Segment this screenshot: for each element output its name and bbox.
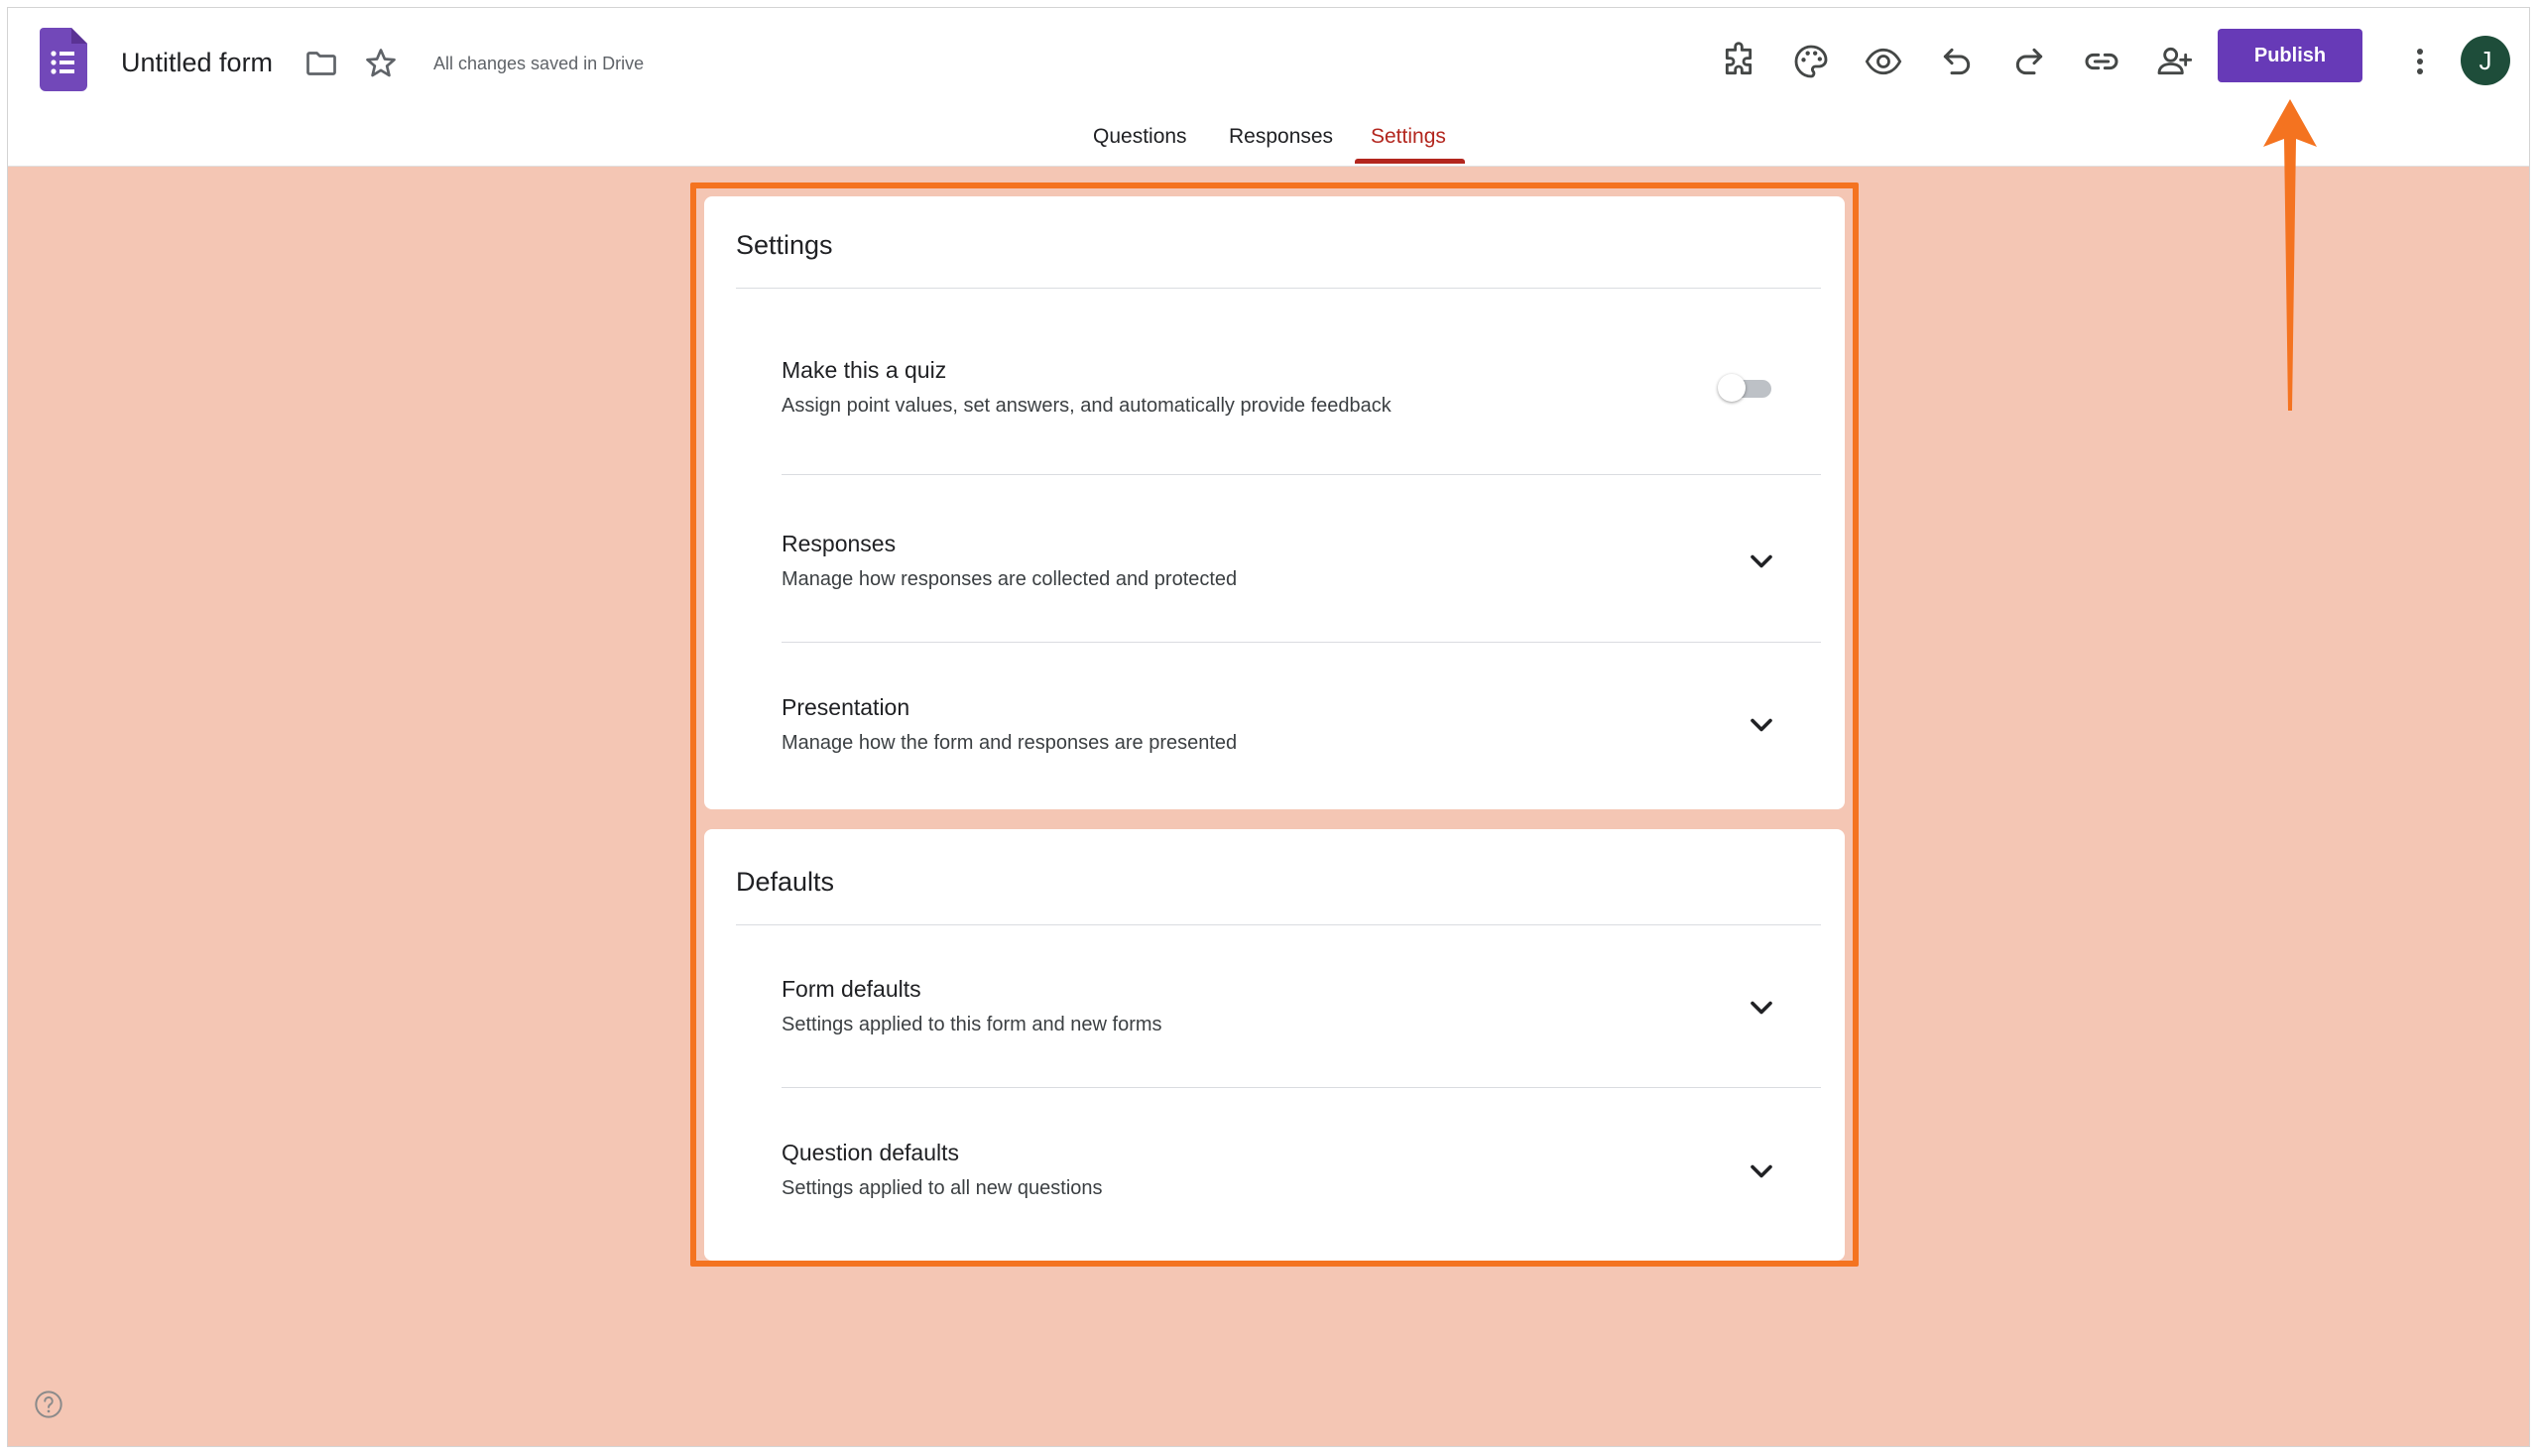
tab-responses[interactable]: Responses — [1229, 125, 1333, 149]
more-vert-icon[interactable] — [2400, 42, 2440, 81]
settings-highlight-box — [690, 182, 1859, 1267]
avatar[interactable]: J — [2461, 36, 2510, 85]
tab-questions[interactable]: Questions — [1093, 125, 1187, 149]
redo-icon[interactable] — [2009, 42, 2049, 81]
preview-eye-icon[interactable] — [1864, 42, 1903, 81]
forms-logo-icon[interactable] — [40, 28, 87, 91]
app-header: Untitled form All changes saved in Drive — [8, 8, 2529, 167]
form-title[interactable]: Untitled form — [121, 48, 273, 78]
app-frame: Untitled form All changes saved in Drive — [7, 7, 2530, 1447]
palette-icon[interactable] — [1791, 42, 1831, 81]
annotation-arrow-icon — [2263, 99, 2317, 411]
undo-icon[interactable] — [1937, 42, 1977, 81]
tab-bar: Questions Responses Settings — [8, 125, 2529, 167]
active-tab-indicator — [1355, 159, 1465, 164]
publish-button[interactable]: Publish — [2218, 29, 2362, 82]
folder-icon[interactable] — [303, 46, 339, 81]
tab-settings[interactable]: Settings — [1371, 125, 1446, 149]
help-icon[interactable] — [33, 1389, 64, 1420]
addon-puzzle-icon[interactable] — [1719, 42, 1758, 81]
link-icon[interactable] — [2082, 42, 2121, 81]
add-collaborator-icon[interactable] — [2154, 42, 2194, 81]
save-status: All changes saved in Drive — [433, 54, 645, 73]
star-icon[interactable] — [363, 46, 399, 81]
